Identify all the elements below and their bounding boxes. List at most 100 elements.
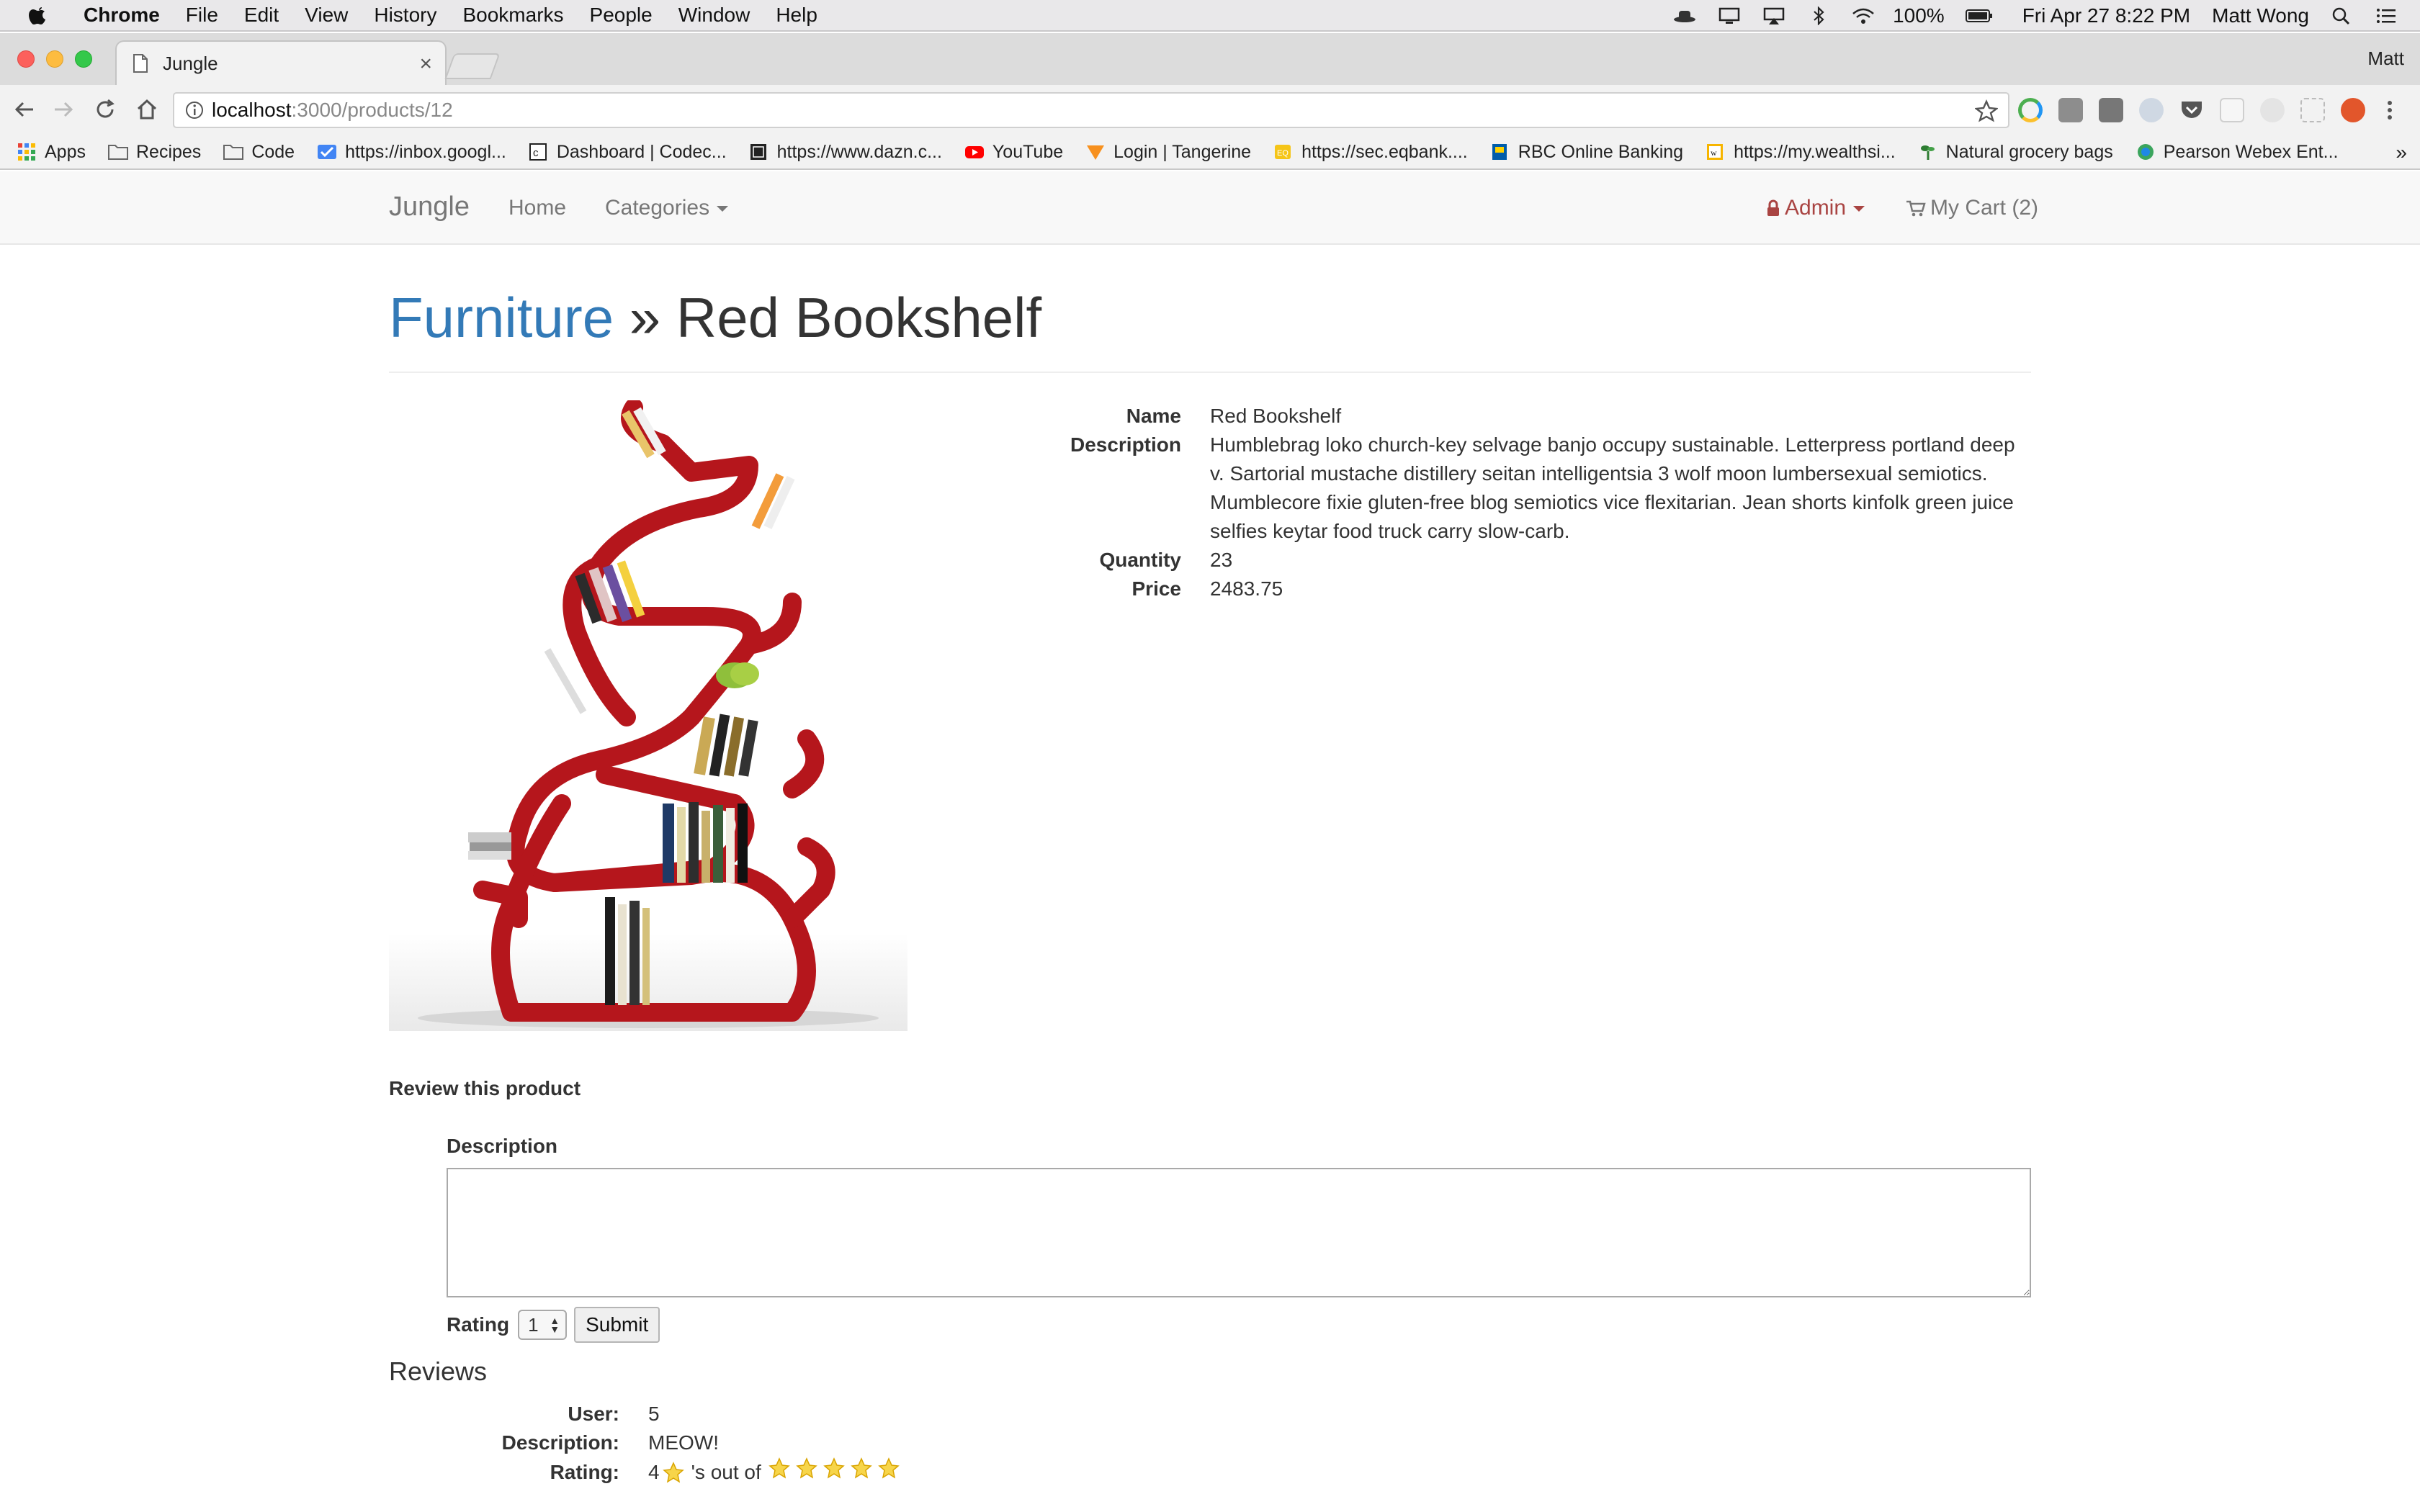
menu-edit[interactable]: Edit (244, 4, 279, 27)
address-bar[interactable]: localhost:3000/products/12 (173, 92, 2009, 128)
menu-bookmarks[interactable]: Bookmarks (462, 4, 563, 27)
caret-down-icon (717, 206, 729, 212)
menubar-user[interactable]: Matt Wong (2212, 4, 2309, 27)
review-field-label: Description: (501, 1431, 619, 1454)
bookmarks-overflow-icon[interactable]: » (2396, 141, 2407, 164)
bookmark-folder-recipes[interactable]: Recipes (107, 142, 201, 163)
site-info-icon[interactable] (184, 100, 205, 120)
star-icon (662, 1461, 684, 1483)
forward-arrow-icon[interactable] (50, 96, 76, 122)
nav-categories[interactable]: Categories (605, 196, 729, 220)
product-quantity-value: 23 (1210, 549, 1233, 571)
bookmark-star-icon[interactable] (1975, 99, 1998, 122)
star-icon (877, 1457, 900, 1479)
review-rating-row: Rating: 4 's out of (389, 1457, 902, 1487)
window-close-button[interactable] (17, 50, 35, 68)
bookmark-inbox[interactable]: https://inbox.googl... (316, 142, 506, 163)
reload-icon[interactable] (92, 96, 118, 122)
browser-tab[interactable]: Jungle × (115, 40, 447, 85)
bookmark-webex[interactable]: Pearson Webex Ent... (2135, 142, 2338, 163)
bookmark-label: https://inbox.googl... (345, 141, 506, 162)
chrome-menu-icon[interactable] (2381, 98, 2398, 122)
bookmark-apps[interactable]: Apps (16, 142, 86, 163)
menu-window[interactable]: Window (678, 4, 750, 27)
battery-icon[interactable] (1965, 6, 1994, 25)
extension-infinity-icon[interactable] (2341, 98, 2365, 122)
nav-admin-label: Admin (1785, 196, 1847, 220)
bookmark-rbc[interactable]: RBC Online Banking (1489, 142, 1683, 163)
rating-row: Rating 1 ▲ ▼ Submit (447, 1306, 660, 1344)
rating-label: Rating (447, 1313, 510, 1336)
menu-history[interactable]: History (374, 4, 436, 27)
nav-admin[interactable]: Admin (1766, 196, 1865, 220)
new-tab-button[interactable] (444, 53, 501, 79)
chrome-extension-icon[interactable] (2018, 98, 2043, 122)
skype-icon[interactable] (2139, 98, 2164, 122)
rating-select[interactable]: 1 ▲ ▼ (518, 1310, 568, 1340)
notification-center-icon[interactable] (2374, 6, 2398, 25)
url-path: :3000/products/12 (291, 99, 453, 121)
star-icon (795, 1457, 817, 1479)
svg-text:w: w (1711, 148, 1717, 158)
site-brand[interactable]: Jungle (389, 192, 470, 222)
bookmark-tangerine[interactable]: Login | Tangerine (1085, 142, 1251, 163)
airplay-icon[interactable] (1762, 6, 1786, 25)
bluetooth-icon[interactable] (1806, 6, 1831, 25)
star-icon (823, 1457, 845, 1479)
bookmark-youtube[interactable]: YouTube (964, 142, 1063, 163)
review-field-label: User: (568, 1403, 619, 1425)
nav-cart-label: My Cart (2) (1930, 196, 2038, 220)
submit-review-button[interactable]: Submit (574, 1307, 660, 1343)
browser-toolbar: localhost:3000/products/12 (0, 85, 2420, 135)
extension-bulb-icon[interactable] (2099, 98, 2123, 122)
window-zoom-button[interactable] (75, 50, 92, 68)
nav-categories-label: Categories (605, 196, 710, 220)
bookmark-eqbank[interactable]: EQ https://sec.eqbank.... (1273, 142, 1468, 163)
review-form-title: Review this product (389, 1077, 581, 1099)
dazn-icon (750, 144, 766, 160)
category-link[interactable]: Furniture (389, 286, 614, 349)
bookmark-label: Code (251, 141, 295, 162)
wifi-icon[interactable] (1851, 6, 1876, 25)
bookmark-label: Natural grocery bags (1945, 141, 2113, 162)
menu-app-name[interactable]: Chrome (84, 4, 160, 27)
review-description-input[interactable] (447, 1168, 2031, 1297)
review-description-value: MEOW! (648, 1431, 719, 1454)
display-icon[interactable] (1717, 6, 1742, 25)
star-icon (850, 1457, 872, 1479)
bookmark-dazn[interactable]: https://www.dazn.c... (748, 142, 942, 163)
bookmark-codecademy[interactable]: c Dashboard | Codec... (528, 142, 727, 163)
tab-close-icon[interactable]: × (419, 52, 432, 76)
extension-feather-icon[interactable] (2260, 98, 2285, 122)
back-arrow-icon[interactable] (12, 96, 37, 122)
menu-view[interactable]: View (305, 4, 348, 27)
menu-people[interactable]: People (590, 4, 653, 27)
home-icon[interactable] (134, 96, 160, 122)
folder-icon (107, 145, 128, 160)
apps-grid-icon (18, 143, 35, 161)
bookmark-grocery-bags[interactable]: Natural grocery bags (1917, 142, 2113, 163)
spotlight-search-icon[interactable] (2329, 6, 2354, 25)
eqbank-icon: EQ (1275, 145, 1291, 159)
menubar-clock[interactable]: Fri Apr 27 8:22 PM (2022, 4, 2190, 27)
site-navbar: Jungle Home Categories Admin My Cart (2) (0, 171, 2420, 245)
window-minimize-button[interactable] (46, 50, 63, 68)
bookmark-wealthsimple[interactable]: w https://my.wealthsi... (1705, 142, 1896, 163)
profile-button[interactable]: Matt (2367, 48, 2404, 70)
extension-grid-icon[interactable] (2300, 98, 2325, 122)
detail-label: Quantity (1099, 549, 1181, 571)
inbox-icon (318, 145, 337, 159)
menu-help[interactable]: Help (776, 4, 817, 27)
extension-card-icon[interactable] (2220, 98, 2244, 122)
extension-box-icon[interactable] (2058, 98, 2083, 122)
bookmark-label: RBC Online Banking (1518, 141, 1684, 162)
apple-logo-icon[interactable] (26, 3, 50, 27)
product-description-value: Humblebrag loko church-key selvage banjo… (1210, 433, 2015, 542)
menu-file[interactable]: File (186, 4, 218, 27)
nav-cart[interactable]: My Cart (2) (1906, 196, 2038, 220)
bookmark-folder-code[interactable]: Code (223, 142, 295, 163)
nav-home[interactable]: Home (508, 196, 566, 220)
hat-icon[interactable] (1672, 6, 1697, 25)
detail-row-description: Description Humblebrag loko church-key se… (1008, 431, 2031, 546)
pocket-icon[interactable] (2179, 98, 2204, 122)
